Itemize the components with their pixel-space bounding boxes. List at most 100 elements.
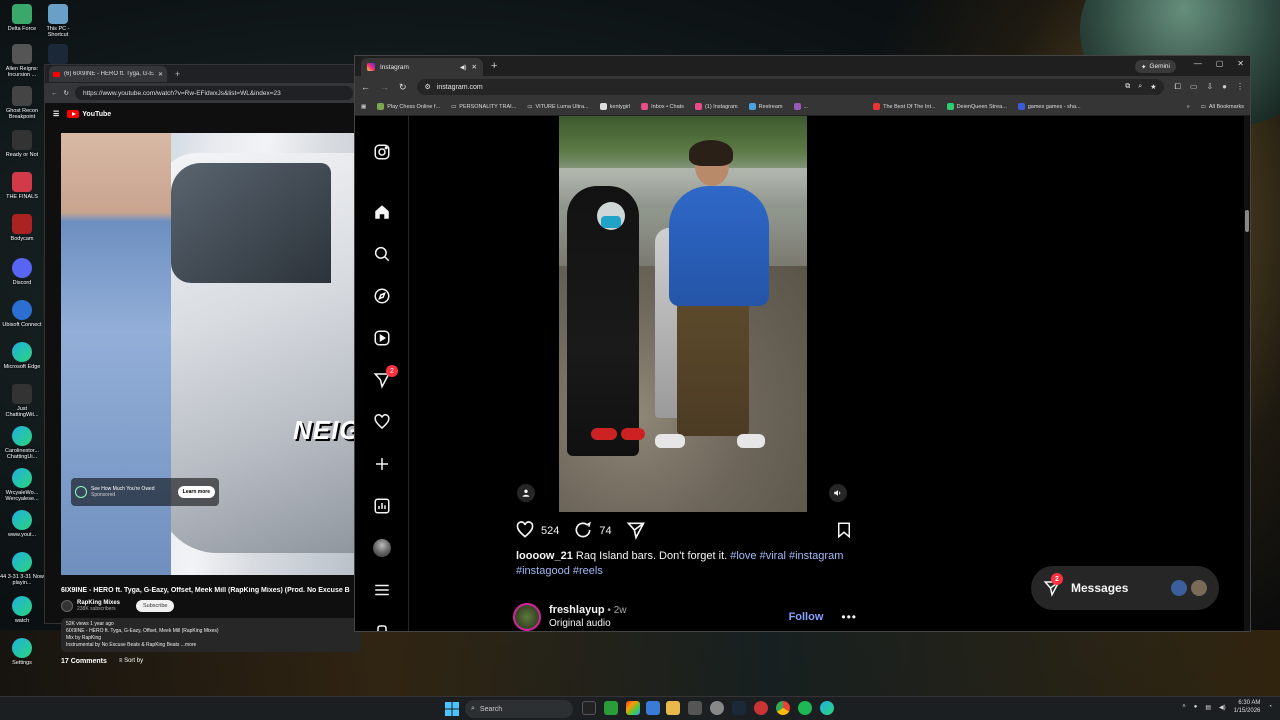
desktop-icon[interactable]: Ready or Not	[0, 130, 44, 158]
desktop-icon[interactable]: 44 3-31 3-31 Now playin...	[0, 552, 44, 586]
spotify-icon[interactable]	[798, 701, 812, 715]
bookmark-item[interactable]: Play Chess Online f...	[377, 103, 440, 110]
desktop-icon[interactable]: Discord	[0, 258, 44, 286]
settings-gear-icon[interactable]	[710, 701, 724, 715]
hashtags[interactable]: #love #viral #instagram	[730, 550, 843, 562]
bookmark-item[interactable]: ...	[793, 103, 808, 110]
maximize-icon[interactable]: ▢	[1216, 59, 1224, 68]
install-app-icon[interactable]: ⧉	[1125, 83, 1130, 91]
new-tab-icon[interactable]: +	[175, 69, 180, 79]
volume-icon[interactable]: ◀)	[1219, 704, 1226, 711]
bookmark-star-icon[interactable]: ★	[1150, 83, 1156, 91]
also-from-meta-icon[interactable]	[372, 620, 392, 631]
minimize-icon[interactable]: —	[1194, 59, 1202, 68]
mute-button[interactable]	[829, 484, 847, 502]
bookmark-item[interactable]: (1) Instagram	[694, 103, 738, 110]
forward-icon[interactable]: →	[380, 82, 389, 92]
desktop-icon[interactable]: Settings	[0, 638, 44, 666]
learn-more-button[interactable]: Learn more	[177, 486, 215, 498]
sort-by-button[interactable]: ≡ Sort by	[119, 658, 143, 665]
reload-icon[interactable]: ↻	[64, 89, 69, 97]
explore-compass-icon[interactable]	[372, 286, 392, 306]
scrollbar[interactable]	[1244, 116, 1250, 631]
app-icon[interactable]	[754, 701, 768, 715]
download-icon[interactable]: ⇩	[1206, 82, 1213, 92]
reel-video[interactable]	[507, 116, 859, 512]
yt-tab[interactable]: (6) 6IX9INE - HERO ft. Tyga, G-Eaz... ✕	[49, 66, 167, 82]
reload-icon[interactable]: ↻	[399, 82, 407, 93]
scrollbar-thumb[interactable]	[1245, 210, 1249, 232]
desktop-icon[interactable]: WrcyaleWo... Wercyalese...	[0, 468, 44, 502]
apps-icon[interactable]: ▦	[361, 104, 366, 110]
desktop-icon[interactable]	[36, 44, 80, 66]
windows-start-icon[interactable]	[444, 701, 460, 717]
bookmark-item[interactable]: ▭ PERSONALITY TRAI...	[451, 104, 516, 110]
bookmark-item[interactable]: The Best Of The Int...	[873, 103, 936, 110]
reels-icon[interactable]	[372, 328, 392, 348]
more-menu-icon[interactable]: ⋮	[1236, 82, 1244, 92]
chrome-icon[interactable]	[776, 701, 790, 715]
bookmark-item[interactable]: kentygirl	[599, 103, 630, 110]
save-bookmark-icon[interactable]	[835, 520, 853, 543]
url-field[interactable]: ⚙ instagram.com ⧉ ⌕ ★	[416, 79, 1165, 95]
caption-username[interactable]: loooow_21	[516, 550, 573, 562]
steam-icon[interactable]	[732, 701, 746, 715]
tagged-users-button[interactable]	[517, 484, 535, 502]
messages-panel-button[interactable]: 2 Messages	[1031, 566, 1219, 610]
post-options-icon[interactable]: •••	[841, 610, 857, 624]
gemini-button[interactable]: ✦ Gemini	[1134, 60, 1176, 73]
xbox-icon[interactable]	[604, 701, 618, 715]
bookmark-item[interactable]: Inbox • Chats	[641, 103, 684, 110]
copilot-icon[interactable]	[626, 701, 640, 715]
bookmark-item[interactable]: Restream	[748, 103, 783, 110]
desktop-icon[interactable]: www.yout...	[0, 510, 44, 538]
extensions-icon[interactable]: ⧠	[1174, 82, 1180, 92]
chevron-up-icon[interactable]: ˄	[1182, 704, 1186, 710]
instagram-browser-window[interactable]: Instagram ◀) ✕ + ✦ Gemini — ▢ ✕ ← → ↻ ⚙ i…	[354, 55, 1251, 632]
tab-instagram[interactable]: Instagram ◀) ✕	[361, 58, 483, 76]
subscribe-button[interactable]: Subscribe	[136, 600, 175, 612]
desktop-icon[interactable]: Just ChattingWit...	[0, 384, 44, 418]
close-icon[interactable]: ✕	[158, 71, 163, 78]
home-icon[interactable]	[372, 202, 392, 222]
task-view-icon[interactable]	[582, 701, 596, 715]
profile-icon[interactable]: ●	[1222, 82, 1227, 92]
insights-chart-icon[interactable]	[372, 496, 392, 516]
profile-avatar-icon[interactable]	[372, 538, 392, 558]
desktop-icon[interactable]: Carolinestor... ChattingUi...	[0, 426, 44, 460]
next-post-username[interactable]: freshlayup	[549, 604, 605, 616]
back-icon[interactable]: ←	[361, 82, 370, 92]
close-window-icon[interactable]: ✕	[1237, 59, 1244, 68]
original-audio-link[interactable]: Original audio	[549, 617, 781, 630]
share-icon[interactable]	[626, 520, 646, 543]
notifications-heart-icon[interactable]	[372, 412, 392, 432]
next-post-avatar[interactable]	[513, 603, 541, 631]
edge-icon[interactable]	[820, 701, 834, 715]
store-icon[interactable]	[646, 701, 660, 715]
back-icon[interactable]: ←	[51, 90, 58, 97]
instagram-logo-icon[interactable]	[372, 142, 392, 162]
yt-video-player[interactable]: NEIG See How Much You're Owed Sponsored …	[61, 133, 361, 575]
bookmark-item[interactable]: games games - sha...	[1017, 103, 1081, 110]
bookmarks-overflow-icon[interactable]: »	[1187, 104, 1190, 110]
microphone-icon[interactable]: ●	[1194, 704, 1198, 710]
desktop-icon[interactable]: THE FINALS	[0, 172, 44, 200]
messages-icon[interactable]: 2	[372, 365, 398, 390]
site-info-icon[interactable]: ⚙	[425, 83, 431, 91]
comment-icon[interactable]	[573, 520, 593, 543]
yt-url-field[interactable]: https://www.youtube.com/watch?v=Rw-EFidw…	[74, 86, 353, 100]
yt-ad-overlay[interactable]: See How Much You're Owed Sponsored Learn…	[71, 478, 219, 506]
more-menu-icon[interactable]	[372, 580, 392, 600]
desktop-icon[interactable]: Microsoft Edge	[0, 342, 44, 370]
close-icon[interactable]: ✕	[472, 63, 477, 71]
file-explorer-icon[interactable]	[666, 701, 680, 715]
bookmark-item[interactable]: DeienQueen Strea...	[946, 103, 1007, 110]
video-description[interactable]: 52K views 1 year ago 6IX9INE - HERO ft. …	[61, 618, 361, 652]
clock[interactable]: 6:30 AM 1/15/2026	[1234, 699, 1261, 715]
desktop-icon[interactable]: Ghost Recon Breakpoint	[0, 86, 44, 120]
desktop-icon[interactable]: Ubisoft Connect	[0, 300, 44, 328]
bookmark-item[interactable]: ▭ VITURE Luma Ultra...	[527, 104, 588, 110]
zoom-icon[interactable]: ⌕	[1138, 83, 1142, 91]
hashtags[interactable]: #instagood #reels	[516, 565, 603, 577]
desktop-icon[interactable]: This PC - Shortcut	[36, 4, 80, 38]
